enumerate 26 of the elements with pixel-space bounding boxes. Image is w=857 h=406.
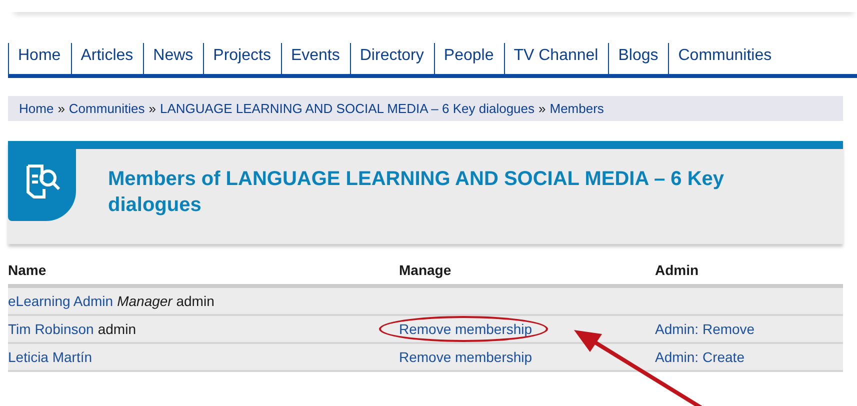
nav-tab[interactable]: Communities (668, 43, 782, 74)
column-header: Manage (399, 262, 452, 278)
nav-tab[interactable]: Projects (203, 43, 281, 74)
breadcrumb-separator: » (148, 101, 156, 116)
breadcrumb-link[interactable]: Home (19, 101, 54, 116)
nav-tab[interactable]: Articles (70, 43, 144, 74)
member-link[interactable]: Leticia Martín (8, 349, 92, 365)
nav-tab[interactable]: Directory (350, 43, 434, 74)
member-link[interactable]: Tim Robinson (8, 321, 94, 337)
member-link[interactable]: eLearning Admin (8, 293, 114, 309)
breadcrumb-separator: » (538, 101, 546, 116)
column-header: Admin (655, 262, 699, 278)
nav-tab[interactable]: People (434, 43, 504, 74)
page-title: Members of LANGUAGE LEARNING AND SOCIAL MEDIA – 6 Key dialogues (108, 166, 726, 218)
breadcrumb-link[interactable]: Communities (68, 101, 145, 116)
member-role: admin (98, 321, 136, 337)
breadcrumb-link[interactable]: LANGUAGE LEARNING AND SOCIAL MEDIA – 6 Key dialogues (160, 101, 535, 116)
nav-tab[interactable]: Blogs (608, 43, 668, 74)
nav-tab[interactable]: Home (8, 43, 71, 74)
member-role: Manager admin (117, 293, 214, 309)
nav-tab[interactable]: Events (280, 43, 350, 74)
breadcrumb-separator: » (58, 101, 65, 116)
column-header: Name (8, 262, 46, 278)
breadcrumb-link[interactable]: Members (550, 101, 604, 116)
nav-tab[interactable]: News (143, 43, 204, 74)
nav-tab[interactable]: TV Channel (504, 43, 608, 74)
